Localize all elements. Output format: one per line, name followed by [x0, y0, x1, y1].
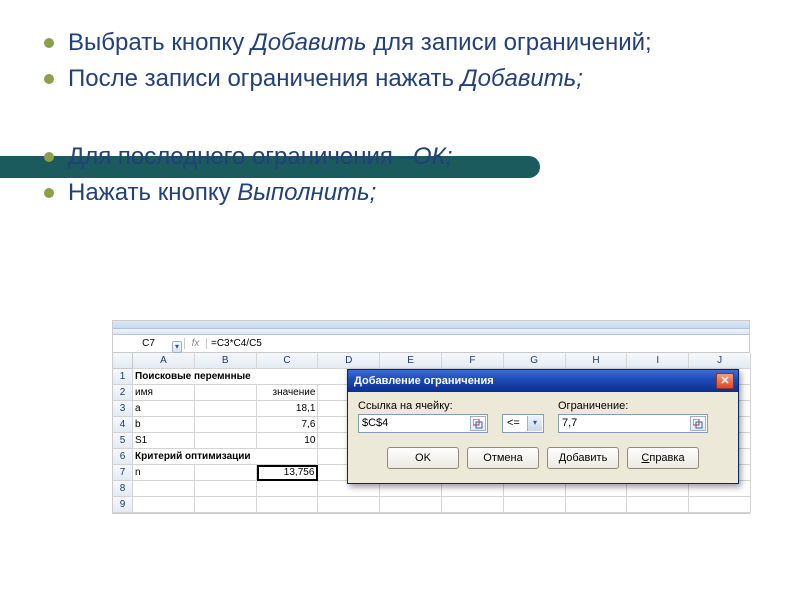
cell[interactable]: [195, 465, 257, 481]
dialog-titlebar[interactable]: Добавление ограничения ✕: [348, 370, 738, 392]
cell[interactable]: [627, 497, 689, 513]
text: Нажать кнопку: [68, 179, 237, 206]
refedit-icon[interactable]: [470, 416, 486, 431]
cell[interactable]: Критерий оптимизации: [133, 449, 318, 465]
row-header[interactable]: 9: [113, 497, 133, 513]
cell[interactable]: [195, 385, 257, 401]
col-header[interactable]: G: [504, 353, 566, 369]
cell[interactable]: 18,1: [257, 401, 319, 417]
chevron-down-icon[interactable]: ▾: [172, 341, 182, 353]
dialog-body: Ссылка на ячейку: $C$4 <= ▾ Огран: [348, 392, 738, 483]
col-header[interactable]: I: [627, 353, 689, 369]
row-header[interactable]: 2: [113, 385, 133, 401]
operator-select[interactable]: <= ▾: [502, 414, 544, 433]
cell[interactable]: [257, 497, 319, 513]
cell[interactable]: [566, 497, 628, 513]
cell[interactable]: [257, 481, 319, 497]
row-header[interactable]: 3: [113, 401, 133, 417]
cell[interactable]: значение: [257, 385, 319, 401]
col-header[interactable]: E: [380, 353, 442, 369]
cell[interactable]: [380, 497, 442, 513]
cell[interactable]: [195, 497, 257, 513]
cell[interactable]: [442, 497, 504, 513]
cell-reference: C7: [142, 338, 155, 349]
row-header[interactable]: 8: [113, 481, 133, 497]
text-italic: Выполнить;: [237, 179, 376, 206]
cell[interactable]: [689, 497, 751, 513]
cell[interactable]: [195, 481, 257, 497]
cell[interactable]: [195, 433, 257, 449]
help-button[interactable]: Справка: [627, 447, 699, 469]
col-header[interactable]: B: [195, 353, 257, 369]
row-header[interactable]: 5: [113, 433, 133, 449]
add-button[interactable]: Добавить: [547, 447, 619, 469]
cell[interactable]: b: [133, 417, 195, 433]
dialog-title: Добавление ограничения: [354, 375, 716, 387]
ok-button[interactable]: OK: [387, 447, 459, 469]
excel-screenshot: C7 ▾ fx =C3*C4/C5 A B C D E F G H I J 1 …: [112, 320, 750, 514]
text-italic: ОК;: [413, 143, 452, 170]
row-header[interactable]: 6: [113, 449, 133, 465]
cell[interactable]: [504, 497, 566, 513]
formula-bar: C7 ▾ fx =C3*C4/C5: [113, 335, 749, 353]
cell-ref-value: $C$4: [362, 417, 388, 429]
operator-value: <=: [507, 417, 520, 429]
cancel-button[interactable]: Отмена: [467, 447, 539, 469]
row-header[interactable]: 1: [113, 369, 133, 385]
text: Для последнего ограничения –: [68, 143, 413, 170]
cell[interactable]: Поисковые перемнные: [133, 369, 380, 385]
constraint-input[interactable]: 7,7: [558, 414, 708, 433]
row-header[interactable]: 7: [113, 465, 133, 481]
col-header[interactable]: D: [318, 353, 380, 369]
bullet-4: Нажать кнопку Выполнить;: [68, 178, 760, 208]
col-header[interactable]: A: [133, 353, 195, 369]
toolbar-strip: [113, 321, 749, 329]
name-box[interactable]: C7 ▾: [113, 338, 185, 349]
constraint-value: 7,7: [562, 417, 577, 429]
text-italic: Добавить;: [461, 65, 583, 92]
constraint-label: Ограничение:: [558, 400, 708, 412]
text: Выбрать кнопку: [68, 29, 251, 56]
cell-selected[interactable]: 13,756: [257, 465, 319, 481]
cell[interactable]: n: [133, 465, 195, 481]
cell[interactable]: [133, 497, 195, 513]
cell[interactable]: S1: [133, 433, 195, 449]
text: для записи ограничений;: [366, 29, 651, 56]
col-header[interactable]: C: [257, 353, 319, 369]
cell[interactable]: [318, 497, 380, 513]
cell[interactable]: [133, 481, 195, 497]
cell[interactable]: a: [133, 401, 195, 417]
bullet-3: Для последнего ограничения –ОК;: [68, 142, 760, 172]
cell[interactable]: [195, 417, 257, 433]
cell[interactable]: 10: [257, 433, 319, 449]
bullet-2: После записи ограничения нажать Добавить…: [68, 64, 760, 94]
col-header[interactable]: H: [566, 353, 628, 369]
formula-input[interactable]: =C3*C4/C5: [207, 338, 262, 349]
close-button[interactable]: ✕: [716, 373, 734, 389]
text: После записи ограничения нажать: [68, 65, 461, 92]
text-italic: Добавить: [251, 29, 367, 56]
col-header[interactable]: F: [442, 353, 504, 369]
cell[interactable]: имя: [133, 385, 195, 401]
bullet-1: Выбрать кнопку Добавить для записи огран…: [68, 28, 760, 58]
cell[interactable]: 7,6: [257, 417, 319, 433]
row-header[interactable]: 4: [113, 417, 133, 433]
refedit-icon[interactable]: [690, 416, 706, 431]
add-constraint-dialog: Добавление ограничения ✕ Ссылка на ячейк…: [347, 369, 739, 484]
cell-ref-label: Ссылка на ячейку:: [358, 400, 488, 412]
cell-ref-input[interactable]: $C$4: [358, 414, 488, 433]
col-header[interactable]: J: [689, 353, 751, 369]
chevron-down-icon[interactable]: ▾: [527, 416, 542, 431]
cell[interactable]: [195, 401, 257, 417]
select-all-corner[interactable]: [113, 353, 133, 369]
fx-icon[interactable]: fx: [185, 338, 207, 349]
